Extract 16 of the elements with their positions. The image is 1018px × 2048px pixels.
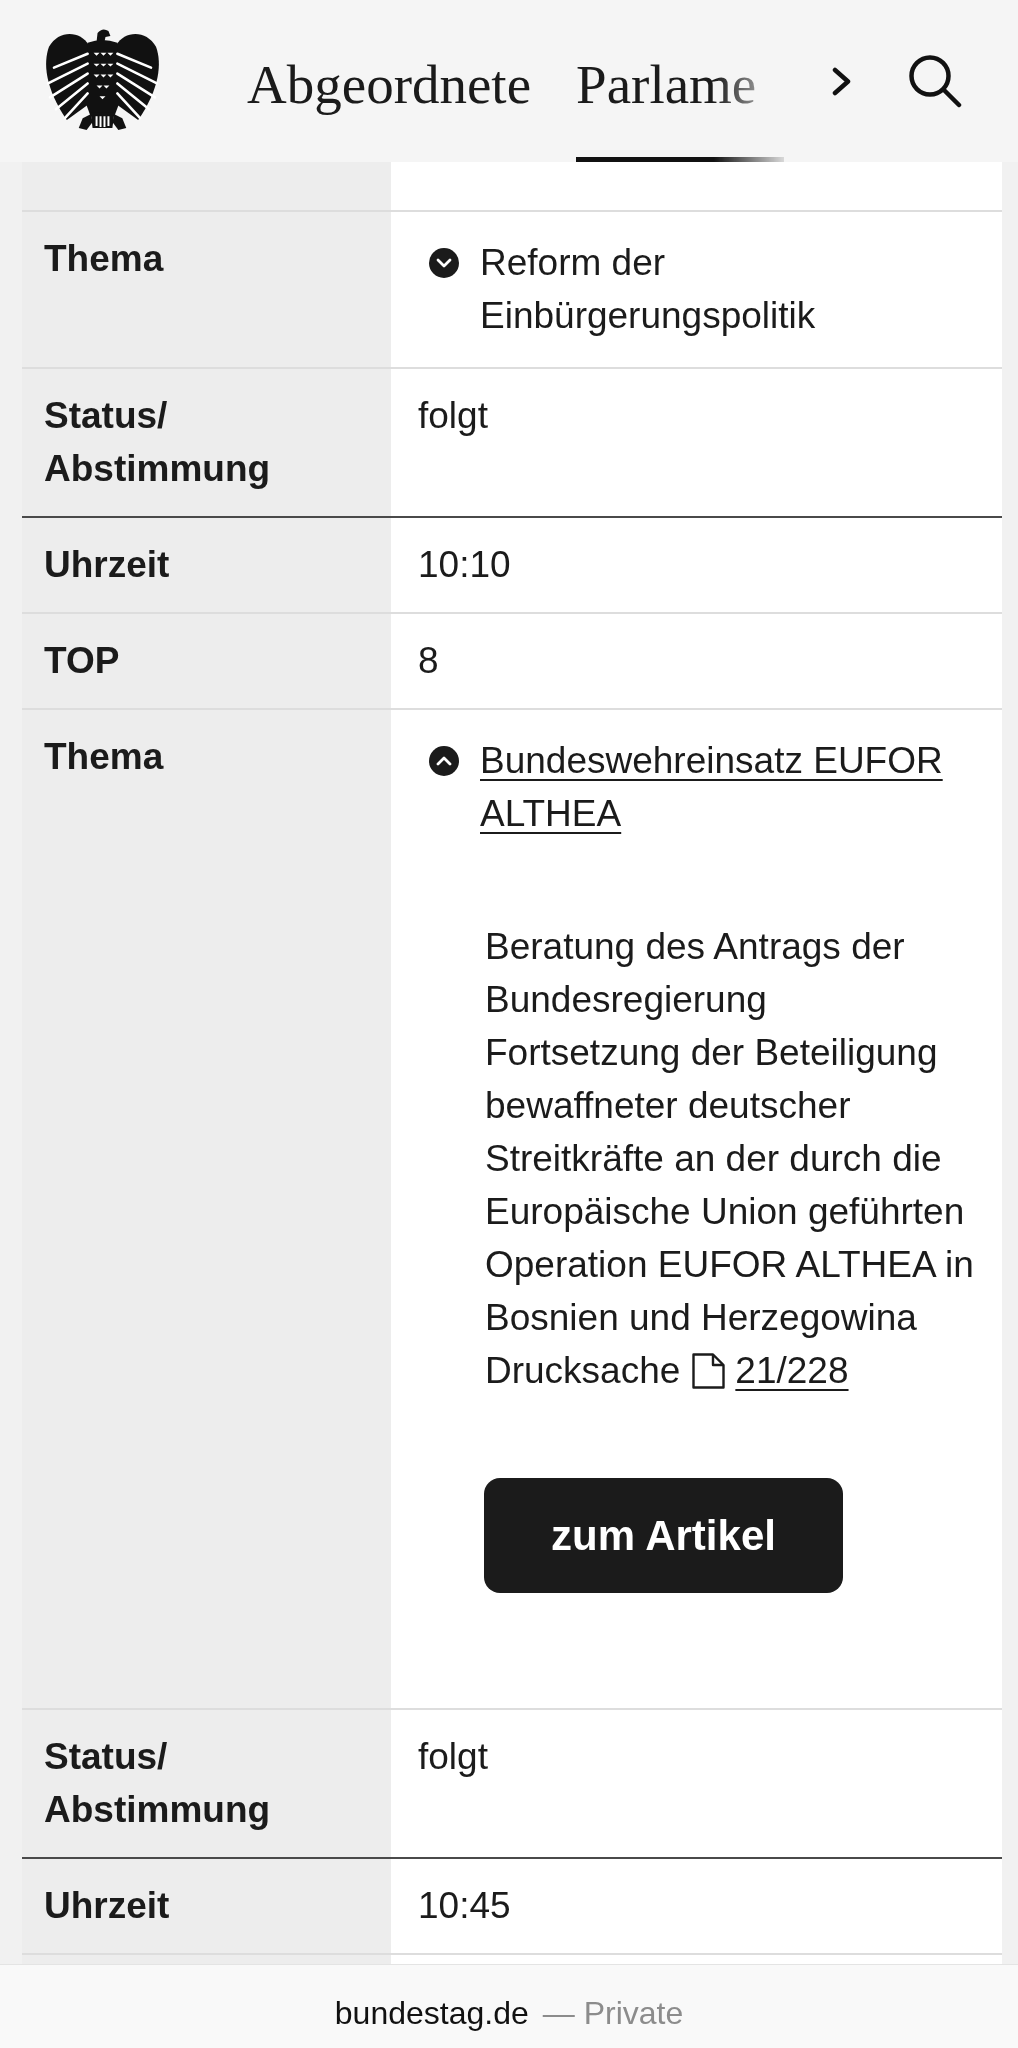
url-text[interactable]: bundestag.de [334,1995,529,2032]
document-link[interactable]: 21/228 [735,1344,849,1397]
private-mode-label: — Private [542,1995,684,2032]
description-text: Beratung des Antrags der Bundesregierung [485,925,906,1022]
description-text: Fortsetzung der Beteiligung bewaffneter deutscher Streitkräfte an der durch die Europäische Union geführten Operation EUFOR ALTHEA in Bosnien und Herzegowina [485,1031,975,1340]
topic-toggle[interactable]: Reform der Einbürgerungspolitik [429,232,978,346]
chevron-down-icon [429,248,459,278]
document-icon [692,1352,726,1389]
topic-toggle[interactable]: Bundeswehreinsatz EUFOR ALTHEA [429,730,978,844]
document-label: Drucksache [485,1349,681,1393]
eagle-logo[interactable] [43,27,162,132]
nav-tab[interactable]: Abgeordnete [247,0,532,162]
search-icon[interactable] [908,54,962,108]
chevron-right-icon[interactable] [832,66,851,96]
article-button[interactable]: zum Artikel [484,1478,843,1593]
chevron-up-icon [429,746,459,776]
